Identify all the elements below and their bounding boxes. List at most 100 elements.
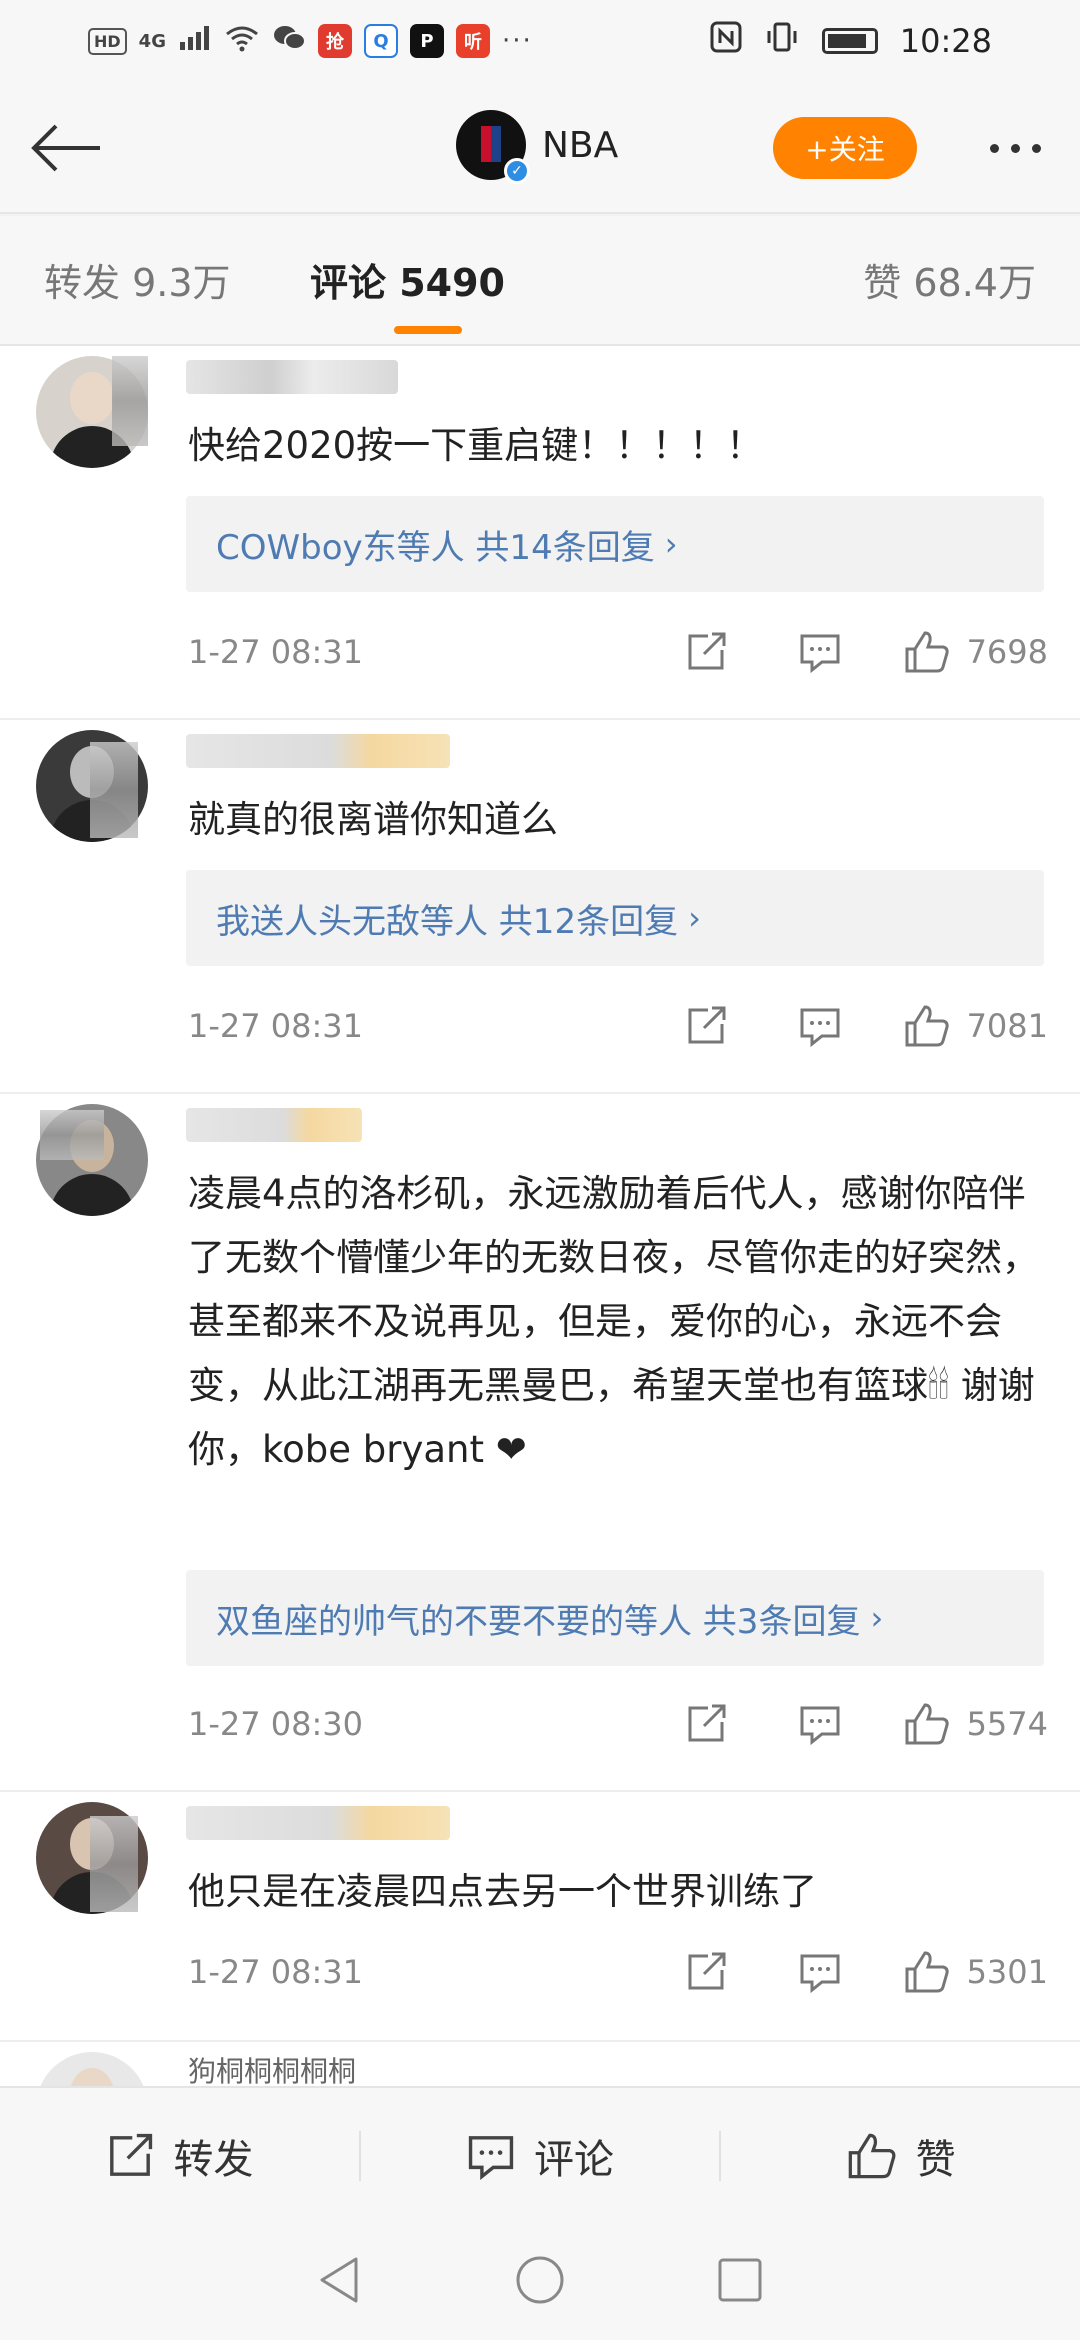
comment-actions: 5574 <box>675 1701 1048 1747</box>
bottom-action-bar: 转发 评论 赞 <box>0 2086 1080 2224</box>
username[interactable]: 狗桐桐桐桐桐 <box>188 2050 356 2086</box>
avatar-body <box>50 1174 134 1216</box>
more-notifications-icon: ··· <box>501 26 533 56</box>
tab-repost[interactable]: 转发 9.3万 <box>44 252 231 307</box>
comment-button[interactable]: 评论 <box>361 2127 720 2185</box>
status-right: 10:28 <box>710 21 992 62</box>
repost-icon <box>688 1006 726 1044</box>
app-notification-icon: 抢 <box>317 24 352 58</box>
avatar-face <box>70 2068 114 2086</box>
tab-bar: 转发 9.3万 评论 5490 赞 68.4万 <box>0 216 1080 346</box>
pixelated-mask <box>90 1816 138 1912</box>
repost-comment-button[interactable] <box>675 1702 737 1746</box>
thumbs-up-icon <box>905 1703 949 1745</box>
status-left: HD 4G 抢 Q P 听 ··· <box>88 23 533 59</box>
comment-item: 快给2020按一下重启键！！！！！ COWboy东等人 共14条回复 › 1-2… <box>0 346 1080 720</box>
dot-icon <box>989 143 999 153</box>
user-avatar[interactable] <box>36 2052 148 2086</box>
vibrate-icon <box>764 21 800 62</box>
comment-icon <box>800 1954 840 1994</box>
system-navigation-bar <box>0 2224 1080 2340</box>
nav-back-button[interactable] <box>316 2255 364 2309</box>
more-options-button[interactable] <box>975 117 1055 179</box>
square-recents-icon <box>718 2258 762 2302</box>
reply-summary-link[interactable]: COWboy东等人 共14条回复 › <box>186 496 1044 592</box>
comment-time: 1-27 08:31 <box>188 1007 364 1045</box>
repost-icon <box>110 2133 153 2176</box>
like-post-button[interactable]: 赞 <box>721 2127 1080 2185</box>
app-notification-icon: Q <box>363 24 398 58</box>
thumbs-up-icon <box>905 631 949 673</box>
reply-comment-button[interactable] <box>789 1950 851 1994</box>
comment-text: 就真的很离谱你知道么 <box>188 798 558 841</box>
wifi-icon <box>224 24 260 58</box>
nav-recents-button[interactable] <box>716 2256 764 2308</box>
chevron-right-icon: › <box>688 899 701 937</box>
pixelated-mask <box>112 356 148 446</box>
reply-comment-button[interactable] <box>789 630 851 674</box>
repost-comment-button[interactable] <box>675 1950 737 1994</box>
verified-badge-icon: ✓ <box>504 158 530 184</box>
clock: 10:28 <box>899 22 992 60</box>
like-button[interactable]: 7081 <box>903 1003 1048 1049</box>
like-count: 7081 <box>966 1007 1048 1045</box>
like-count: 5301 <box>966 1953 1048 1991</box>
battery-icon <box>821 28 878 54</box>
thumbs-up-icon <box>905 1005 949 1047</box>
triangle-back-icon <box>320 2257 358 2303</box>
comment-text: 他只是在凌晨四点去另一个世界训练了 <box>188 1870 817 1913</box>
username-blurred[interactable] <box>186 1806 450 1840</box>
nba-avatar[interactable]: ✓ <box>456 110 530 184</box>
repost-button[interactable]: 转发 <box>0 2127 359 2185</box>
like-button[interactable]: 5574 <box>903 1701 1048 1747</box>
app-notification-icon: P <box>409 24 444 58</box>
thumbs-up-icon <box>905 1951 949 1993</box>
comment-actions: 7698 <box>675 629 1048 675</box>
like-label: 赞 <box>915 2137 956 2183</box>
comment-item: 狗桐桐桐桐桐 <box>0 2042 1080 2086</box>
like-count: 5574 <box>966 1705 1048 1743</box>
reply-summary-text: COWboy东等人 共14条回复 <box>216 527 655 568</box>
like-button[interactable]: 5301 <box>903 1949 1048 1995</box>
comment-list[interactable]: 快给2020按一下重启键！！！！！ COWboy东等人 共14条回复 › 1-2… <box>0 346 1080 2086</box>
repost-icon <box>688 632 726 670</box>
pixelated-mask <box>40 1110 104 1160</box>
comment-item: 就真的很离谱你知道么 我送人头无敌等人 共12条回复 › 1-27 08:31 … <box>0 720 1080 1094</box>
like-count: 7698 <box>966 633 1048 671</box>
chevron-right-icon: › <box>664 525 678 563</box>
dot-icon <box>1010 143 1020 153</box>
app-notification-icon: 听 <box>455 24 490 58</box>
tab-like[interactable]: 赞 68.4万 <box>863 252 1036 307</box>
tab-comment[interactable]: 评论 5490 <box>310 252 505 307</box>
hd-indicator: HD <box>88 27 127 55</box>
status-bar: HD 4G 抢 Q P 听 ··· 10:28 <box>0 0 1080 82</box>
pixelated-mask <box>90 742 138 838</box>
repost-comment-button[interactable] <box>675 630 737 674</box>
nfc-icon <box>710 21 742 62</box>
comment-icon <box>468 2136 514 2181</box>
back-arrow-icon <box>31 124 100 172</box>
comment-icon <box>800 1706 840 1746</box>
username-blurred[interactable] <box>186 734 450 768</box>
comment-meta: 1-27 08:31 7698 <box>188 622 1048 682</box>
username-blurred[interactable] <box>186 1108 362 1142</box>
nav-home-button[interactable] <box>514 2254 566 2310</box>
reply-comment-button[interactable] <box>789 1004 851 1048</box>
comment-icon <box>800 634 840 674</box>
follow-button[interactable]: +关注 <box>773 117 917 179</box>
reply-summary-link[interactable]: 双鱼座的帅气的不要不要的等人 共3条回复 › <box>186 1570 1044 1666</box>
account-info[interactable]: ✓ NBA <box>456 110 618 184</box>
comment-label: 评论 <box>534 2137 614 2183</box>
reply-comment-button[interactable] <box>789 1702 851 1746</box>
reply-summary-text: 双鱼座的帅气的不要不要的等人 共3条回复 <box>216 1601 861 1642</box>
like-button[interactable]: 7698 <box>903 629 1048 675</box>
username-blurred[interactable] <box>186 360 398 394</box>
wechat-icon <box>272 23 306 59</box>
comment-item: 凌晨4点的洛杉矶，永远激励着后代人，感谢你陪伴了无数个懵懂少年的无数日夜，尽管你… <box>0 1094 1080 1792</box>
reply-summary-text: 我送人头无敌等人 共12条回复 <box>216 901 679 942</box>
repost-comment-button[interactable] <box>675 1004 737 1048</box>
reply-summary-link[interactable]: 我送人头无敌等人 共12条回复 › <box>186 870 1044 966</box>
comment-meta: 1-27 08:31 5301 <box>188 1942 1048 2002</box>
back-button[interactable] <box>28 112 104 184</box>
repost-label: 转发 <box>173 2137 254 2183</box>
